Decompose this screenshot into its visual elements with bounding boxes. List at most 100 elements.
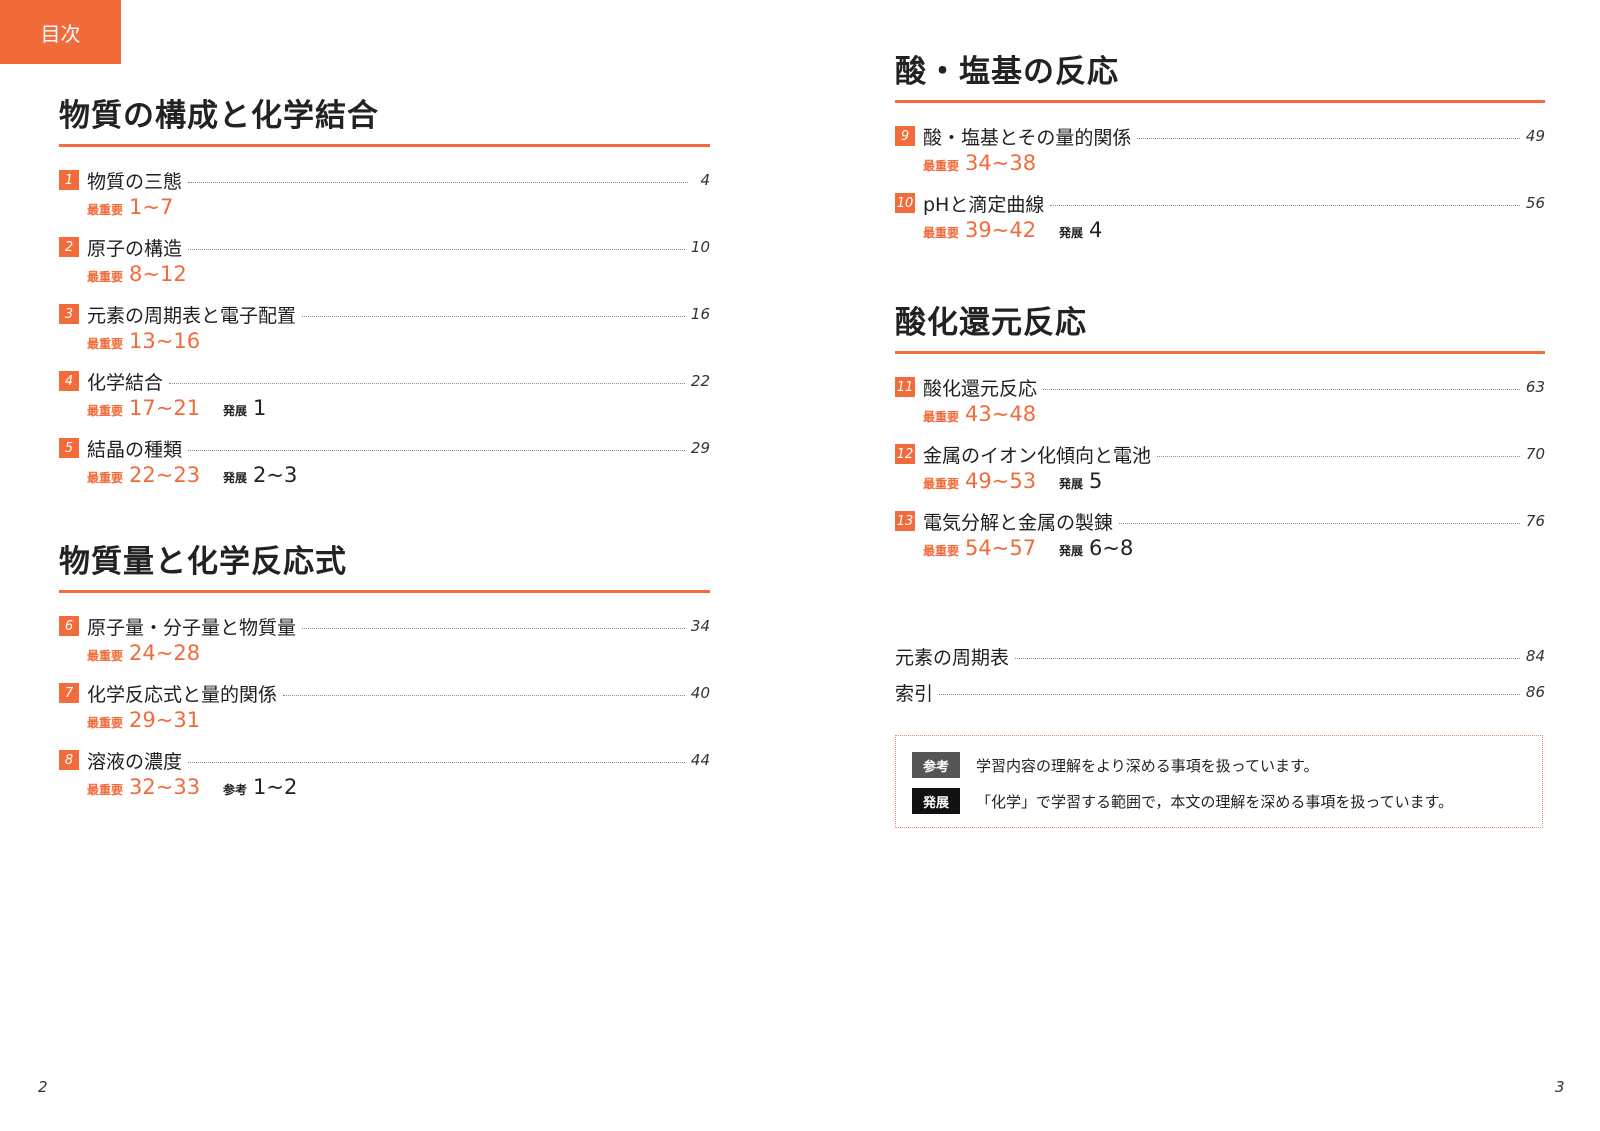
toc-entry[interactable]: 12 金属のイオン化傾向と電池 70 最重要 49~53 発展 5 (895, 441, 1545, 508)
important-range: 13~16 (129, 329, 201, 353)
legend-text: 学習内容の理解をより深める事項を扱っています。 (976, 756, 1319, 775)
chapter-title: 酸・塩基とその量的関係 (923, 126, 1132, 149)
advanced-range: 4 (1089, 218, 1103, 242)
section-title: 物質の構成と化学結合 (59, 96, 710, 147)
toc-entry[interactable]: 10 pHと滴定曲線 56 最重要 39~42 発展 4 (895, 190, 1545, 257)
chapter-title: 化学反応式と量的関係 (87, 683, 278, 706)
leader-dots (283, 694, 685, 696)
page-number: 56 (1525, 194, 1545, 212)
toc-entry[interactable]: 7 化学反応式と量的関係 40 最重要 29~31 (59, 680, 710, 747)
reference-tag: 参考 (223, 783, 248, 797)
page-number: 34 (690, 617, 710, 635)
leader-dots (169, 382, 685, 384)
chapter-number: 4 (59, 371, 79, 391)
legend-row-reference: 参考 学習内容の理解をより深める事項を扱っています。 (912, 752, 1318, 778)
right-column: 酸・塩基の反応 9 酸・塩基とその量的関係 49 最重要 34~38 10 pH… (895, 52, 1545, 710)
important-tag: 最重要 (923, 159, 960, 173)
important-range: 43~48 (965, 402, 1037, 426)
important-tag: 最重要 (87, 471, 124, 485)
leader-dots (188, 181, 688, 183)
advanced-tag: 発展 (1059, 477, 1084, 491)
reference-badge: 参考 (912, 752, 960, 778)
advanced-tag: 発展 (223, 471, 248, 485)
important-range: 32~33 (129, 775, 201, 799)
appendix-entry-index[interactable]: 索引 86 (895, 674, 1545, 710)
chapter-number: 13 (895, 511, 915, 531)
toc-entry[interactable]: 5 結晶の種類 29 最重要 22~23 発展 2~3 (59, 435, 710, 502)
chapter-number: 5 (59, 438, 79, 458)
leader-dots (1157, 455, 1520, 457)
toc-entry[interactable]: 13 電気分解と金属の製錬 76 最重要 54~57 発展 6~8 (895, 508, 1545, 575)
chapter-number: 10 (895, 193, 915, 213)
page-number-left: 2 (38, 1078, 48, 1096)
page-number: 29 (690, 439, 710, 457)
leader-dots (302, 627, 685, 629)
leader-dots (1050, 204, 1520, 206)
toc-entry[interactable]: 1 物質の三態 4 最重要 1~7 (59, 167, 710, 234)
chapter-number: 8 (59, 750, 79, 770)
important-tag: 最重要 (87, 203, 124, 217)
page-number: 16 (690, 305, 710, 323)
leader-dots (188, 449, 685, 451)
important-range: 39~42 (965, 218, 1037, 242)
leader-dots (188, 761, 685, 763)
important-tag: 最重要 (923, 410, 960, 424)
chapter-title: 結晶の種類 (87, 438, 183, 461)
chapter-number: 1 (59, 170, 79, 190)
appendix-title: 元素の周期表 (895, 646, 1010, 669)
chapter-title: 電気分解と金属の製錬 (923, 511, 1114, 534)
important-range: 54~57 (965, 536, 1037, 560)
important-tag: 最重要 (923, 477, 960, 491)
section-title: 物質量と化学反応式 (59, 542, 710, 593)
chapter-number: 7 (59, 683, 79, 703)
advanced-badge: 発展 (912, 788, 960, 814)
advanced-range: 2~3 (253, 463, 298, 487)
toc-entry[interactable]: 9 酸・塩基とその量的関係 49 最重要 34~38 (895, 123, 1545, 190)
section-title: 酸・塩基の反応 (895, 52, 1545, 103)
toc-entry[interactable]: 3 元素の周期表と電子配置 16 最重要 13~16 (59, 301, 710, 368)
left-column: 物質の構成と化学結合 1 物質の三態 4 最重要 1~7 2 原子の構造 10 … (59, 96, 710, 814)
reference-range: 1~2 (253, 775, 298, 799)
important-range: 22~23 (129, 463, 201, 487)
leader-dots (1015, 657, 1520, 659)
important-range: 29~31 (129, 708, 201, 732)
chapter-title: 原子の構造 (87, 237, 183, 260)
important-tag: 最重要 (87, 270, 124, 284)
toc-tab-label: 目次 (40, 21, 81, 46)
toc-entry[interactable]: 8 溶液の濃度 44 最重要 32~33 参考 1~2 (59, 747, 710, 814)
page-number: 40 (690, 684, 710, 702)
important-range: 34~38 (965, 151, 1037, 175)
advanced-tag: 発展 (1059, 544, 1084, 558)
chapter-number: 12 (895, 444, 915, 464)
chapter-title: 元素の周期表と電子配置 (87, 304, 297, 327)
toc-entry[interactable]: 4 化学結合 22 最重要 17~21 発展 1 (59, 368, 710, 435)
important-tag: 最重要 (923, 544, 960, 558)
appendix-entry-periodic-table[interactable]: 元素の周期表 84 (895, 638, 1545, 674)
page-number-right: 3 (1555, 1078, 1565, 1096)
appendix-title: 索引 (895, 682, 934, 705)
leader-dots (939, 693, 1520, 695)
appendix-list: 元素の周期表 84 索引 86 (895, 638, 1545, 710)
section: 酸・塩基の反応 9 酸・塩基とその量的関係 49 最重要 34~38 10 pH… (895, 52, 1545, 257)
leader-dots (302, 315, 685, 317)
chapter-number: 6 (59, 616, 79, 636)
important-tag: 最重要 (87, 716, 124, 730)
important-tag: 最重要 (923, 226, 960, 240)
advanced-range: 6~8 (1089, 536, 1134, 560)
advanced-tag: 発展 (223, 404, 248, 418)
toc-entry[interactable]: 6 原子量・分子量と物質量 34 最重要 24~28 (59, 613, 710, 680)
page-number: 84 (1525, 647, 1545, 665)
legend-row-advanced: 発展 「化学」で学習する範囲で，本文の理解を深める事項を扱っています。 (912, 788, 1453, 814)
page-number: 22 (690, 372, 710, 390)
advanced-range: 5 (1089, 469, 1103, 493)
section: 酸化還元反応 11 酸化還元反応 63 最重要 43~48 12 金属のイオン化… (895, 303, 1545, 575)
page-number: 49 (1525, 127, 1545, 145)
toc-entry[interactable]: 11 酸化還元反応 63 最重要 43~48 (895, 374, 1545, 441)
chapter-title: pHと滴定曲線 (923, 193, 1045, 216)
chapter-number: 3 (59, 304, 79, 324)
toc-entry[interactable]: 2 原子の構造 10 最重要 8~12 (59, 234, 710, 301)
leader-dots (188, 248, 685, 250)
important-tag: 最重要 (87, 649, 124, 663)
important-range: 1~7 (129, 195, 174, 219)
important-tag: 最重要 (87, 783, 124, 797)
